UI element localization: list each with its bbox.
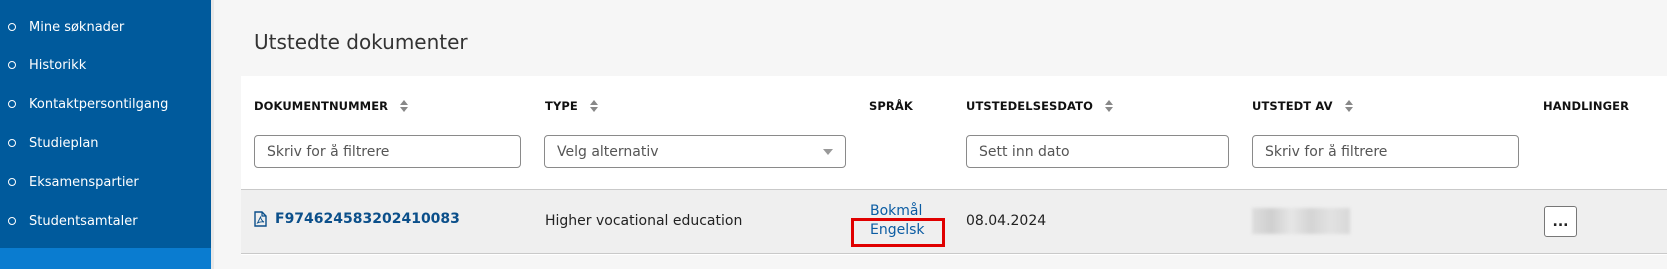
pdf-document-icon [254, 211, 267, 227]
circle-icon [8, 100, 16, 108]
column-header-issued-by[interactable]: UTSTEDT AV [1252, 99, 1353, 113]
sort-icon[interactable] [1105, 100, 1113, 112]
chevron-down-icon [823, 148, 833, 155]
header-label: HANDLINGER [1543, 99, 1630, 113]
circle-icon [8, 23, 16, 31]
column-header-type[interactable]: TYPE [545, 99, 598, 113]
issued-by-filter-input[interactable] [1252, 135, 1519, 168]
sort-icon[interactable] [1344, 100, 1353, 112]
document-number-link[interactable]: F974624583202410083 [254, 211, 460, 227]
sidebar-item-label: Historikk [29, 57, 87, 73]
sidebar-item-eksamenspartier[interactable]: Eksamenspartier [0, 167, 211, 197]
document-number-filter-input[interactable] [254, 135, 521, 168]
sidebar-item-studieplan[interactable]: Studieplan [0, 128, 211, 158]
sidebar-item-label: Studentsamtaler [29, 213, 138, 229]
sidebar-item-label: Mine søknader [29, 19, 125, 35]
header-label: UTSTEDELSESDATO [966, 99, 1093, 113]
circle-icon [8, 61, 16, 69]
sort-icon[interactable] [589, 100, 598, 112]
header-label: UTSTEDT AV [1252, 99, 1333, 113]
column-header-document-number[interactable]: DOKUMENTNUMMER [254, 99, 409, 113]
header-label: DOKUMENTNUMMER [254, 99, 389, 113]
highlight-box [851, 218, 945, 247]
column-header-actions: HANDLINGER [1543, 99, 1629, 113]
sidebar: Mine søknader Historikk Kontaktpersontil… [0, 0, 211, 269]
issue-date-filter-input[interactable] [966, 135, 1229, 168]
page-title: Utstedte dokumenter [254, 30, 468, 54]
sidebar-item-kontaktpersontilgang[interactable]: Kontaktpersontilgang [0, 89, 211, 119]
more-options-icon: ... [1552, 213, 1569, 230]
language-link-bokmal[interactable]: Bokmål [870, 203, 922, 219]
select-placeholder: Velg alternativ [557, 143, 659, 160]
sidebar-item-studentsamtaler[interactable]: Studentsamtaler [0, 206, 211, 236]
column-header-language: SPRÅK [869, 99, 913, 113]
type-filter-select[interactable]: Velg alternativ [544, 135, 846, 168]
issued-by-redacted [1252, 208, 1350, 234]
document-type: Higher vocational education [545, 213, 743, 229]
more-options-button[interactable]: ... [1544, 206, 1577, 237]
circle-icon [8, 217, 16, 225]
sidebar-item-label: Studieplan [29, 135, 99, 151]
column-header-issue-date[interactable]: UTSTEDELSESDATO [966, 99, 1113, 113]
header-label: SPRÅK [869, 99, 913, 113]
sidebar-item-mine-soknader[interactable]: Mine søknader [0, 12, 211, 42]
document-number-text: F974624583202410083 [275, 211, 460, 227]
issue-date: 08.04.2024 [966, 213, 1047, 229]
sort-icon[interactable] [400, 100, 409, 112]
header-label: TYPE [545, 99, 578, 113]
sidebar-item-active[interactable] [0, 248, 211, 269]
sidebar-item-label: Kontaktpersontilgang [29, 96, 169, 112]
sidebar-divider [211, 0, 214, 269]
sidebar-item-label: Eksamenspartier [29, 174, 139, 190]
circle-icon [8, 178, 16, 186]
circle-icon [8, 139, 16, 147]
sidebar-item-historikk[interactable]: Historikk [0, 50, 211, 80]
